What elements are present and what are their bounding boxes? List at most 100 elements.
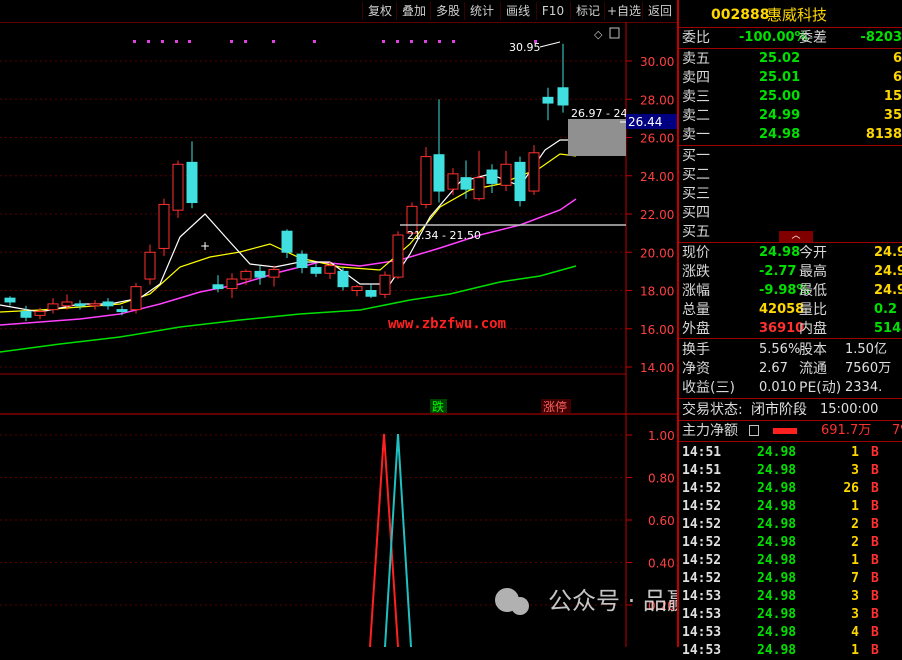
collapse-button[interactable]: ︿ [779, 231, 813, 242]
trade-price: 24.98 [757, 517, 797, 532]
wechat-watermark: 公众号 · 品赢至指标所 [495, 587, 677, 615]
buy-level-row[interactable]: 买二 [679, 166, 902, 184]
trade-price: 24.98 [757, 481, 797, 496]
high-price-arrow [539, 41, 561, 48]
trade-time: 14:52 [682, 517, 722, 532]
finance-label-2: PE(动) [799, 380, 842, 396]
sell-level-row[interactable]: 卖一 24.98 8138 [679, 126, 902, 144]
toolbar-button-overlay[interactable]: 叠加 [396, 2, 431, 20]
price-tick-label: 16.00 [640, 323, 674, 337]
stat-label-2: 量比 [799, 302, 827, 318]
stat-label-2: 最低 [799, 283, 827, 299]
ma60-line [0, 265, 577, 353]
toolbar-button-mark[interactable]: 标记 [570, 2, 605, 20]
trade-time: 14:52 [682, 553, 722, 568]
sell-level-label: 卖五 [682, 51, 710, 67]
stat-value: 36910 [759, 321, 805, 336]
candle-down [296, 253, 308, 269]
trade-price: 24.98 [757, 553, 797, 568]
sell-level-row[interactable]: 卖四 25.01 6 [679, 69, 902, 87]
candle-up [144, 251, 156, 280]
indicator-tick-label: 0.60 [648, 514, 675, 528]
trade-side: B [871, 535, 879, 550]
trade-side: B [871, 607, 879, 622]
quote-panel: 002888 惠威科技 委比 -100.00% 委差 -8203 卖五 25.02… [677, 0, 902, 658]
stat-value-2: 24.9 [874, 245, 902, 260]
candle-up [528, 152, 540, 192]
stock-header: 002888 惠威科技 [679, 6, 902, 26]
price-tick-label: 18.00 [640, 285, 674, 299]
toolbar-button-back[interactable]: 返回 [642, 2, 677, 20]
stat-label: 涨幅 [682, 283, 710, 299]
stock-code: 002888 [711, 7, 770, 23]
trade-time: 14:53 [682, 625, 722, 640]
stat-label: 现价 [682, 245, 710, 261]
weicha-value: -8203 [860, 30, 902, 45]
trade-row: 14:52 24.98 2 B [679, 534, 902, 552]
toolbar-button-f10[interactable]: F10 [536, 2, 569, 20]
candle-down [542, 96, 554, 104]
sell-level-row[interactable]: 卖三 25.00 15 [679, 88, 902, 106]
candle-down [281, 230, 293, 253]
candle-up [500, 163, 512, 186]
candle-down [186, 161, 198, 204]
sell-level-row[interactable]: 卖五 25.02 6 [679, 50, 902, 68]
trade-time: 14:52 [682, 499, 722, 514]
trade-volume: 4 [851, 625, 859, 640]
finance-label-2: 股本 [799, 342, 827, 358]
stat-value: 42058 [759, 302, 805, 317]
trade-side: B [871, 499, 879, 514]
stat-label-2: 内盘 [799, 321, 827, 337]
trade-status-value: 闭市阶段 [751, 402, 807, 418]
chart-toolbar: 复权 叠加 多股 统计 画线 F10 标记 +自选 返回 [0, 0, 677, 22]
trade-volume: 3 [851, 589, 859, 604]
candle-down [557, 87, 569, 106]
trade-side: B [871, 445, 879, 460]
toolbar-button-draw-line[interactable]: 画线 [500, 2, 535, 20]
toolbar-button-statistics[interactable]: 统计 [464, 2, 499, 20]
finance-value-2: 1.50亿 [845, 342, 887, 357]
buy-level-row[interactable]: 买一 [679, 147, 902, 165]
trade-price: 24.98 [757, 589, 797, 604]
quote-stat-row: 总量 42058 量比 0.2 [679, 301, 902, 319]
trade-row: 14:51 24.98 1 B [679, 444, 902, 462]
quote-stat-row: 现价 24.98 今开 24.9 [679, 244, 902, 262]
candle-down [74, 303, 86, 307]
toolbar-button-fuquan[interactable]: 复权 [362, 2, 397, 20]
candle-up [130, 286, 142, 311]
trade-volume: 1 [851, 553, 859, 568]
signal-dots [133, 40, 537, 43]
trade-volume: 7 [851, 571, 859, 586]
list-icon[interactable] [749, 425, 759, 436]
toolbar-button-multi-stock[interactable]: 多股 [430, 2, 465, 20]
trade-time: 14:51 [682, 463, 722, 478]
finance-value: 2.67 [759, 361, 788, 376]
buy-level-row[interactable]: 买四 [679, 204, 902, 222]
main-flow-row: 主力净额 691.7万 7% [679, 422, 902, 440]
buy-level-row[interactable]: 买三 [679, 185, 902, 203]
finance-label: 收益(三) [682, 380, 735, 396]
sell-level-row[interactable]: 卖二 24.99 35 [679, 107, 902, 125]
trade-status-row: 交易状态: 闭市阶段 15:00:00 [679, 401, 902, 419]
indicator-axis: 1.000.800.600.400.20 [626, 429, 675, 613]
sell-level-price: 25.02 [759, 51, 801, 66]
kline-chart[interactable]: + 30.95 26.97 - 24 21.34 - 21.50 www.zbz… [0, 22, 677, 647]
sell-level-label: 卖一 [682, 127, 710, 143]
sell-level-label: 卖二 [682, 108, 710, 124]
trade-row: 14:53 24.98 4 B [679, 624, 902, 642]
sell-level-volume: 15 [883, 89, 902, 104]
finance-row: 净资 2.67 流通 7560万 [679, 360, 902, 378]
sell-level-volume: 8138 [865, 127, 902, 142]
main-flow-pct: 7% [892, 423, 902, 438]
candle-up [268, 268, 280, 278]
diamond-icon[interactable]: ◇ [594, 28, 603, 41]
toolbar-button-add-watchlist[interactable]: +自选 [604, 2, 643, 20]
candle-up [447, 173, 459, 190]
trade-side: B [871, 553, 879, 568]
trade-volume: 3 [851, 463, 859, 478]
trade-side: B [871, 589, 879, 604]
price-grid [0, 60, 626, 368]
candle-down [486, 169, 498, 184]
finance-value: 5.56% [759, 342, 801, 357]
window-icon[interactable] [609, 27, 620, 39]
